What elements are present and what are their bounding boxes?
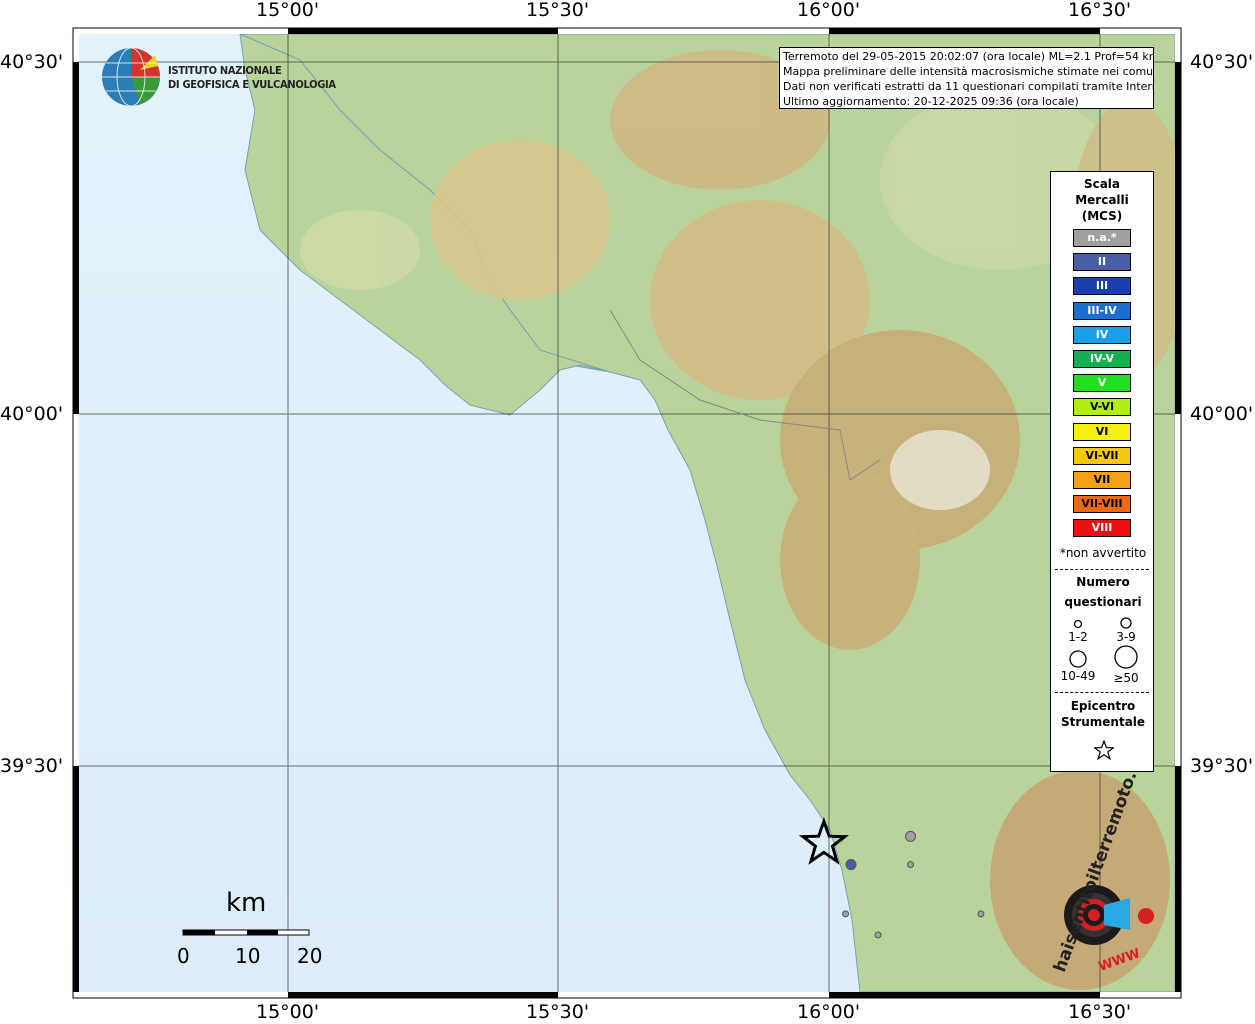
observation-point[interactable] xyxy=(907,861,915,869)
event-info-box: Terremoto del 29-05-2015 20:02:07 (ora l… xyxy=(779,47,1154,109)
legend-swatch-iii-iv: III-IV xyxy=(1073,301,1131,320)
legend-swatch-vii: VII xyxy=(1073,471,1131,489)
legend-size-label-3-9: 3-9 xyxy=(1116,630,1136,644)
legend-title-line3: (MCS) xyxy=(1081,209,1123,223)
legend-swatch-v-vi: V-VI xyxy=(1073,398,1131,417)
scale-bar-unit: km xyxy=(226,888,267,918)
lon-label-top-1600: 16°00' xyxy=(797,0,861,21)
observation-point[interactable] xyxy=(845,859,857,871)
legend-swatch-vi-vii: VI-VII xyxy=(1073,446,1131,465)
lon-label-bottom-1500: 15°00' xyxy=(256,1001,320,1023)
ingv-logo-icon xyxy=(102,47,160,107)
event-info-line1: Terremoto del 29-05-2015 20:02:07 (ora l… xyxy=(783,50,1154,63)
event-info-line2: Mappa preliminare delle intensità macros… xyxy=(783,65,1154,78)
size-symbol-3-9 xyxy=(1120,617,1132,629)
legend-size-label-50: ≥50 xyxy=(1113,671,1139,685)
lon-label-bottom-1530: 15°30' xyxy=(526,1001,590,1023)
legend-title-line2: Mercalli xyxy=(1075,193,1129,207)
lat-label-right-4030: 40°30' xyxy=(1190,51,1254,73)
legend-epicenter-line1: Epicentro xyxy=(1070,699,1136,713)
event-info-line3: Dati non verificati estratti da 11 quest… xyxy=(783,80,1154,93)
legend-epicenter-star-icon xyxy=(1094,740,1114,760)
legend-swatch-iii: III xyxy=(1073,277,1131,296)
observation-point[interactable] xyxy=(977,910,985,918)
observation-point[interactable] xyxy=(905,830,917,842)
event-info-line4: Ultimo aggiornamento: 20-12-2025 09:36 (… xyxy=(783,95,1079,108)
lat-label-right-3930: 39°30' xyxy=(1190,755,1254,777)
observation-point[interactable] xyxy=(874,931,882,939)
legend-size-label-1-2: 1-2 xyxy=(1068,630,1088,644)
legend-swatch-viii: VIII xyxy=(1073,519,1131,538)
legend-swatch-vii-viii: VII-VIII xyxy=(1073,495,1131,514)
size-symbol-1-2 xyxy=(1073,619,1083,629)
legend-na-note: *non avvertito xyxy=(1059,546,1147,560)
legend-swatch-iv-v: IV-V xyxy=(1073,350,1131,368)
legend-divider-2 xyxy=(1055,692,1149,693)
legend-questionnaires-line1: Numero xyxy=(1076,575,1130,589)
legend-swatch-iv: IV xyxy=(1073,325,1131,344)
lon-label-top-1530: 15°30' xyxy=(526,0,590,21)
scale-bar-tick-0: 0 xyxy=(177,944,190,968)
lat-label-right-4000: 40°00' xyxy=(1190,403,1254,425)
scale-bar-tick-20: 20 xyxy=(297,944,323,968)
lon-label-bottom-1630: 16°30' xyxy=(1068,1001,1132,1023)
legend-swatch-vi: VI xyxy=(1073,422,1131,441)
legend-size-label-10-49: 10-49 xyxy=(1060,669,1096,683)
lat-label-left-3930: 39°30' xyxy=(0,755,64,777)
lon-label-top-1630: 16°30' xyxy=(1068,0,1132,21)
observation-point[interactable] xyxy=(842,910,850,918)
legend-epicenter-line2: Strumentale xyxy=(1060,715,1146,729)
legend-swatch-ii: II xyxy=(1073,253,1131,272)
ingv-logo-line1: ISTITUTO NAZIONALE xyxy=(168,64,282,77)
legend-questionnaires-line2: questionari xyxy=(1064,595,1142,609)
legend-divider xyxy=(1055,569,1149,570)
size-symbol-10-49 xyxy=(1069,650,1087,668)
ingv-logo-text: ISTITUTO NAZIONALE DI GEOFISICA E VULCAN… xyxy=(168,64,336,92)
legend-questionnaires-title: Numero questionari xyxy=(1051,572,1155,612)
legend-title: Scala Mercalli (MCS) xyxy=(1051,176,1153,224)
lon-label-bottom-1600: 16°00' xyxy=(797,1001,861,1023)
lon-label-top-1500: 15°00' xyxy=(256,0,320,21)
legend-swatch-v: V xyxy=(1073,374,1131,393)
legend-title-line1: Scala xyxy=(1083,177,1121,191)
lat-label-left-4000: 40°00' xyxy=(0,403,64,425)
legend-swatch-n-a: n.a.* xyxy=(1073,229,1131,247)
legend-epicenter-title: Epicentro Strumentale xyxy=(1051,698,1155,730)
scale-bar-tick-10: 10 xyxy=(235,944,261,968)
lat-label-left-4030: 40°30' xyxy=(0,51,64,73)
legend-panel: Scala Mercalli (MCS) n.a.* II III III-IV IV I… xyxy=(1050,171,1154,772)
ingv-logo-line2: DI GEOFISICA E VULCANOLOGIA xyxy=(168,78,336,91)
size-symbol-50 xyxy=(1114,645,1138,669)
scale-bar xyxy=(182,929,310,936)
